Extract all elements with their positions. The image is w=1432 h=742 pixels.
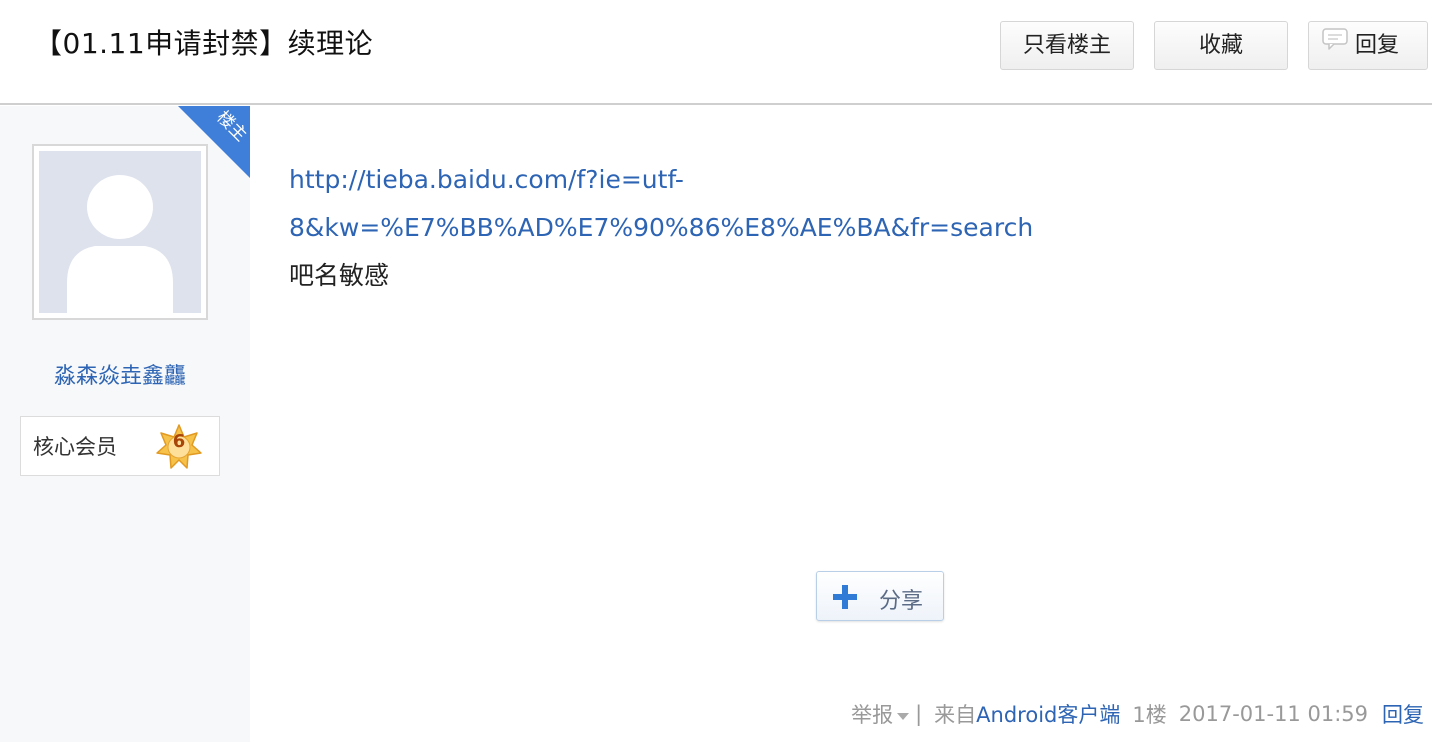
thread-header: 【01.11申请封禁】续理论 只看楼主 收藏 回复 <box>0 0 1432 105</box>
client-link[interactable]: Android客户端 <box>976 699 1120 729</box>
plus-icon <box>833 585 857 609</box>
only-op-button[interactable]: 只看楼主 <box>1000 21 1134 70</box>
level-number: 6 <box>172 431 186 452</box>
post-timestamp: 2017-01-11 01:59 <box>1178 702 1368 726</box>
favorite-button[interactable]: 收藏 <box>1154 21 1288 70</box>
client-prefix: 来自 <box>934 703 977 727</box>
favorite-label: 收藏 <box>1198 33 1243 58</box>
default-avatar-icon <box>39 151 201 313</box>
report-label: 举报 <box>851 703 894 727</box>
chevron-down-icon <box>897 712 910 720</box>
comment-bubble-icon <box>1321 21 1349 68</box>
avatar[interactable] <box>32 144 208 320</box>
post-content: http://tieba.baidu.com/f?ie=utf- 8&kw=%E… <box>289 156 1389 300</box>
author-username[interactable]: 淼森焱垚鑫龘 <box>0 358 240 390</box>
post-link[interactable]: http://tieba.baidu.com/f?ie=utf- 8&kw=%E… <box>289 156 1389 252</box>
post-meta: 举报 | 来自 Android客户端 1楼 2017-01-11 01:59 回复 <box>851 696 1424 732</box>
reply-label: 回复 <box>1355 33 1400 58</box>
report-link[interactable]: 举报 <box>851 699 915 729</box>
thread-title: 【01.11申请封禁】续理论 <box>34 27 374 60</box>
post-link-line2: 8&kw=%E7%BB%AD%E7%90%86%E8%AE%BA&fr=sear… <box>289 213 1034 242</box>
share-button[interactable]: 分享 <box>816 571 944 621</box>
only-op-label: 只看楼主 <box>1022 33 1111 58</box>
author-panel: 楼主 淼森焱垚鑫龘 核心会员 6 <box>0 106 250 742</box>
post-page: 【01.11申请封禁】续理论 只看楼主 收藏 回复 楼主 淼森焱垚鑫龘 核心会员… <box>0 0 1432 742</box>
post-link-line1: http://tieba.baidu.com/f?ie=utf- <box>289 165 684 194</box>
reply-button[interactable]: 回复 <box>1308 21 1428 70</box>
post-text: 吧名敏感 <box>289 261 390 290</box>
floor-number: 1楼 <box>1132 703 1167 727</box>
meta-separator: | <box>915 702 923 726</box>
member-level[interactable]: 核心会员 6 <box>20 416 220 476</box>
reply-link[interactable]: 回复 <box>1382 699 1424 729</box>
level-title: 核心会员 <box>33 435 117 459</box>
share-label: 分享 <box>879 589 924 614</box>
